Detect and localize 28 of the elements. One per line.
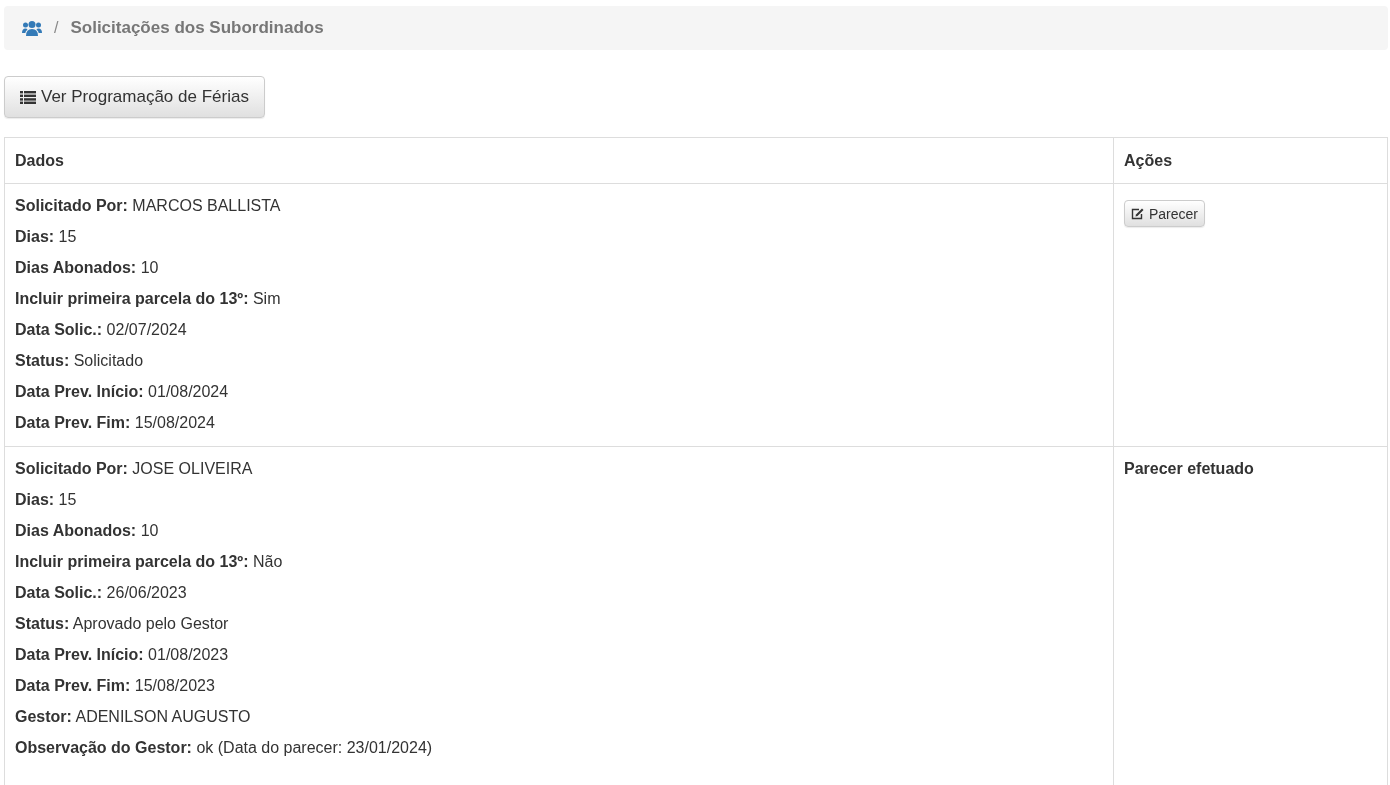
data-field: Incluir primeira parcela do 13º: Não (15, 546, 1103, 577)
data-field: Dias: 15 (15, 221, 1103, 252)
users-icon (22, 19, 42, 37)
column-header: Ações (1113, 137, 1388, 184)
breadcrumb-title: Solicitações dos Subordinados (70, 18, 324, 38)
column-header: Dados (4, 137, 1114, 184)
data-field: Status: Aprovado pelo Gestor (15, 608, 1103, 639)
data-field: Solicitado Por: JOSE OLIVEIRA (15, 453, 1103, 484)
data-field: Incluir primeira parcela do 13º: Sim (15, 283, 1103, 314)
data-field: Data Solic.: 26/06/2023 (15, 577, 1103, 608)
data-field: Data Prev. Início: 01/08/2024 (15, 376, 1103, 407)
status-text: Parecer efetuado (1124, 459, 1255, 479)
data-field: Data Prev. Fim: 15/08/2024 (15, 407, 1103, 438)
data-field: Dias Abonados: 10 (15, 252, 1103, 283)
data-field: Dias Abonados: 10 (15, 515, 1103, 546)
schedule-button[interactable]: Ver Programação de Férias (4, 76, 265, 118)
list-icon (20, 90, 36, 104)
data-field: Solicitado Por: MARCOS BALLISTA (15, 190, 1103, 221)
review-button[interactable]: Parecer (1124, 200, 1206, 227)
data-field: Dias: 15 (15, 484, 1103, 515)
data-field: Data Prev. Fim: 15/08/2023 (15, 670, 1103, 701)
data-field: Status: Solicitado (15, 345, 1103, 376)
data-field: Data Solic.: 02/07/2024 (15, 314, 1103, 345)
data-field: Gestor: ADENILSON AUGUSTO (15, 701, 1103, 732)
edit-icon (1131, 207, 1144, 220)
data-field: Data Prev. Início: 01/08/2023 (15, 639, 1103, 670)
data-field: Observação do Gestor: ok (Data do parecer: 23/01/2024) (15, 732, 1103, 763)
breadcrumb-separator: / (54, 19, 59, 37)
